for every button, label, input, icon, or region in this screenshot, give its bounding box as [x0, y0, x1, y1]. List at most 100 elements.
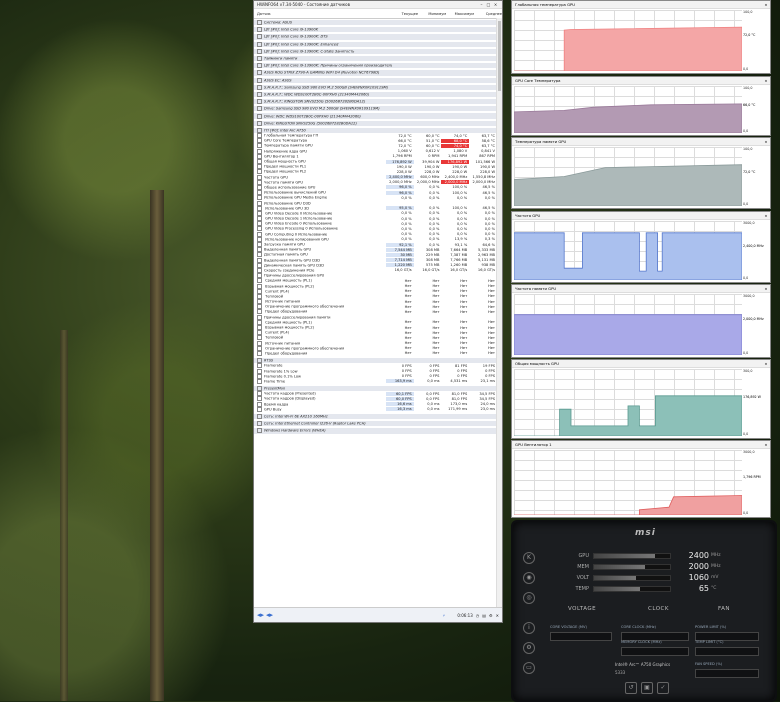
- column-1[interactable]: Текущее: [390, 12, 419, 16]
- sensor-group[interactable]: S.M.A.R.T.: KINGSTON SNVS250G (50026B728…: [254, 99, 497, 105]
- fan-speed-slider[interactable]: [695, 669, 759, 678]
- graph-title-bar[interactable]: Частота GPU ×: [512, 212, 770, 220]
- kombustor-icon[interactable]: K: [523, 552, 535, 564]
- reset-icon[interactable]: ↺: [625, 682, 637, 694]
- graph-title-bar[interactable]: Общая мощность GPU ×: [512, 360, 770, 368]
- afterburner-window[interactable]: msi K ◉ ◎ i ⚙ ▭ GPU 2400 MHz MEM 2000 MHz…: [511, 520, 777, 702]
- graph-window[interactable]: Глобальная температура GPU × 100,0 72,0 …: [511, 0, 771, 74]
- sensor-row[interactable]: GPU Busy 16,3 ms 0,0 ms 171,99 ms 23,0 ms: [254, 406, 497, 412]
- column-2[interactable]: Минимум: [418, 12, 446, 16]
- scanner-icon[interactable]: ◉: [523, 572, 535, 584]
- graph-title-bar[interactable]: GPU Core Температура ×: [512, 77, 770, 85]
- expand-icon[interactable]: [257, 27, 262, 33]
- settings-icon[interactable]: ⚙: [489, 613, 493, 618]
- graph-title-bar[interactable]: GPU Вентилятор 1 ×: [512, 441, 770, 449]
- report-icon[interactable]: ▤: [482, 613, 486, 618]
- maximize-icon[interactable]: □: [485, 2, 492, 7]
- expand-icon[interactable]: [257, 421, 262, 427]
- monitor-icon[interactable]: ▭: [523, 662, 535, 674]
- expand-icon[interactable]: [257, 91, 262, 97]
- sensor-group[interactable]: ЦП [#0]: Intel Core i9-13900K: DTS: [254, 34, 497, 40]
- expand-icon[interactable]: [257, 106, 262, 112]
- sensor-group[interactable]: Тайминги памяти: [254, 55, 497, 62]
- sensor-label: ASUS ROG STRIX Z790-A GAMING WIFI D4 (Nu…: [264, 70, 380, 75]
- expand-icon[interactable]: [257, 414, 262, 420]
- sensor-group[interactable]: Система: ASUS: [254, 20, 497, 26]
- scrollbar[interactable]: [496, 18, 502, 608]
- tab-clock[interactable]: CLOCK: [648, 606, 669, 612]
- expand-icon[interactable]: [257, 20, 262, 26]
- sensor-list[interactable]: Система: ASUS ЦП [#0]: Intel Core i9-1390…: [254, 18, 497, 608]
- expand-icon[interactable]: [257, 34, 262, 40]
- expand-icon[interactable]: [257, 120, 262, 126]
- temp-limit-slider[interactable]: [695, 647, 759, 656]
- graph-title-bar[interactable]: Частота памяти GPU ×: [512, 285, 770, 293]
- column-4[interactable]: Среднее: [474, 12, 502, 16]
- sensor-row[interactable]: Предел оборудования Нет Нет Нет Нет: [254, 350, 497, 356]
- graph-window[interactable]: GPU Вентилятор 1 × 3000,0 1,796 RPM 0,0: [511, 440, 771, 518]
- info-icon[interactable]: i: [523, 622, 535, 634]
- close-icon[interactable]: ×: [762, 361, 770, 366]
- sensor-row[interactable]: Frame Time 163,9 ms 0,0 ms 4,531 ms 23,1 ms: [254, 378, 497, 384]
- graph-window[interactable]: GPU Core Температура × 100,0 66,0 °C 0,0: [511, 76, 771, 136]
- close-icon[interactable]: ×: [762, 2, 770, 7]
- graph-window[interactable]: Общая мощность GPU × 300,0 176,892 W 0,0: [511, 359, 771, 439]
- sensor-group[interactable]: Сеть: Intel Ethernet Controller I226-V (…: [254, 421, 497, 427]
- apply-icon[interactable]: ✓: [657, 682, 669, 694]
- graph-window[interactable]: Частота памяти GPU × 3000,0 2,000,0 MHz …: [511, 284, 771, 358]
- sensor-group[interactable]: S.M.A.R.T.: Samsung SSD 980 EVO M.2 500G…: [254, 84, 497, 90]
- close-icon[interactable]: ×: [492, 2, 499, 7]
- sensor-group[interactable]: ЦП [#0]: Intel Core i9-13900K: [254, 27, 497, 33]
- expand-icon[interactable]: [257, 48, 262, 54]
- expand-icon[interactable]: [257, 113, 262, 119]
- settings-icon[interactable]: ⚙: [523, 642, 535, 654]
- sensor-label: Использование GPU 3D: [264, 206, 310, 211]
- memory-clock-label: MEMORY CLOCK (MHz): [621, 640, 662, 644]
- hwinfo-window[interactable]: HWiNFO64 v7.34-5040 - Состояние датчиков…: [253, 0, 503, 623]
- sensor-group[interactable]: S.M.A.R.T.: WDC WDS100T2B0C-00PXH0 (2134…: [254, 91, 497, 98]
- reset-icon[interactable]: ✕: [496, 613, 499, 618]
- sensor-group[interactable]: Drive: KINGSTON SNVS250G (50026B7282B0DA…: [254, 120, 497, 126]
- sensor-group[interactable]: ЦП [#0]: Intel Core i9-13900K: Enhanced: [254, 41, 497, 47]
- minimize-icon[interactable]: –: [478, 2, 485, 7]
- sensor-group[interactable]: Сеть: Intel Wi-Fi 6E AX210 160MHz: [254, 413, 497, 420]
- sensor-group[interactable]: Windows Hardware Errors (WHEA): [254, 428, 497, 434]
- sensor-group[interactable]: Drive: WDC WDS100T2B0C-00PXH0 (21340M442…: [254, 113, 497, 119]
- sensor-group[interactable]: Drive: Samsung SSD 980 EVO M.2 500GB (S4…: [254, 106, 497, 112]
- column-3[interactable]: Максимум: [446, 12, 474, 16]
- core-voltage-slider[interactable]: [550, 632, 612, 641]
- close-icon[interactable]: ×: [762, 78, 770, 83]
- sensor-group[interactable]: ASUS EC: ASUS: [254, 77, 497, 83]
- graph-title-bar[interactable]: Температура памяти GPU ×: [512, 138, 770, 146]
- save-icon[interactable]: ▣: [641, 682, 653, 694]
- column-0[interactable]: Датчик: [254, 12, 390, 16]
- network-icon[interactable]: ⚡: [443, 613, 446, 618]
- expand-icon[interactable]: [257, 56, 262, 62]
- close-icon[interactable]: ×: [762, 442, 770, 447]
- expand-icon[interactable]: [257, 428, 262, 434]
- nav-right-icon[interactable]: ◂▸: [266, 611, 273, 619]
- sensor-group[interactable]: ASUS ROG STRIX Z790-A GAMING WIFI D4 (Nu…: [254, 70, 497, 76]
- expand-icon[interactable]: [257, 41, 262, 47]
- sensor-group[interactable]: ЦП [#0]: Intel Core i9-13900K: Причины о…: [254, 63, 497, 69]
- close-icon[interactable]: ×: [762, 213, 770, 218]
- close-icon[interactable]: ×: [762, 139, 770, 144]
- title-bar[interactable]: HWiNFO64 v7.34-5040 - Состояние датчиков…: [254, 1, 502, 9]
- expand-icon[interactable]: [257, 84, 262, 90]
- graph-window[interactable]: Частота GPU × 3000,0 2,400,0 MHz 0,0: [511, 211, 771, 283]
- graph-window[interactable]: Температура памяти GPU × 100,0 72,0 °C 0…: [511, 137, 771, 209]
- nav-left-icon[interactable]: ◂▸: [257, 611, 264, 619]
- tab-voltage[interactable]: VOLTAGE: [568, 606, 596, 612]
- expand-icon[interactable]: [257, 99, 262, 105]
- status-bar: ◂▸ ◂▸ ⚡ 0:06:13 ◷ ▤ ⚙ ✕: [254, 607, 502, 622]
- screenshot-icon[interactable]: ◎: [523, 592, 535, 604]
- expand-icon[interactable]: [257, 77, 262, 83]
- tab-fan[interactable]: FAN: [718, 606, 730, 612]
- expand-icon[interactable]: [257, 70, 262, 76]
- graph-title-bar[interactable]: Глобальная температура GPU ×: [512, 1, 770, 9]
- memory-clock-slider[interactable]: [621, 647, 689, 656]
- close-icon[interactable]: ×: [762, 286, 770, 291]
- sensor-group[interactable]: ЦП [#0]: Intel Core i9-13900K: C-State З…: [254, 48, 497, 54]
- clock-icon[interactable]: ◷: [476, 613, 480, 618]
- expand-icon[interactable]: [257, 63, 262, 69]
